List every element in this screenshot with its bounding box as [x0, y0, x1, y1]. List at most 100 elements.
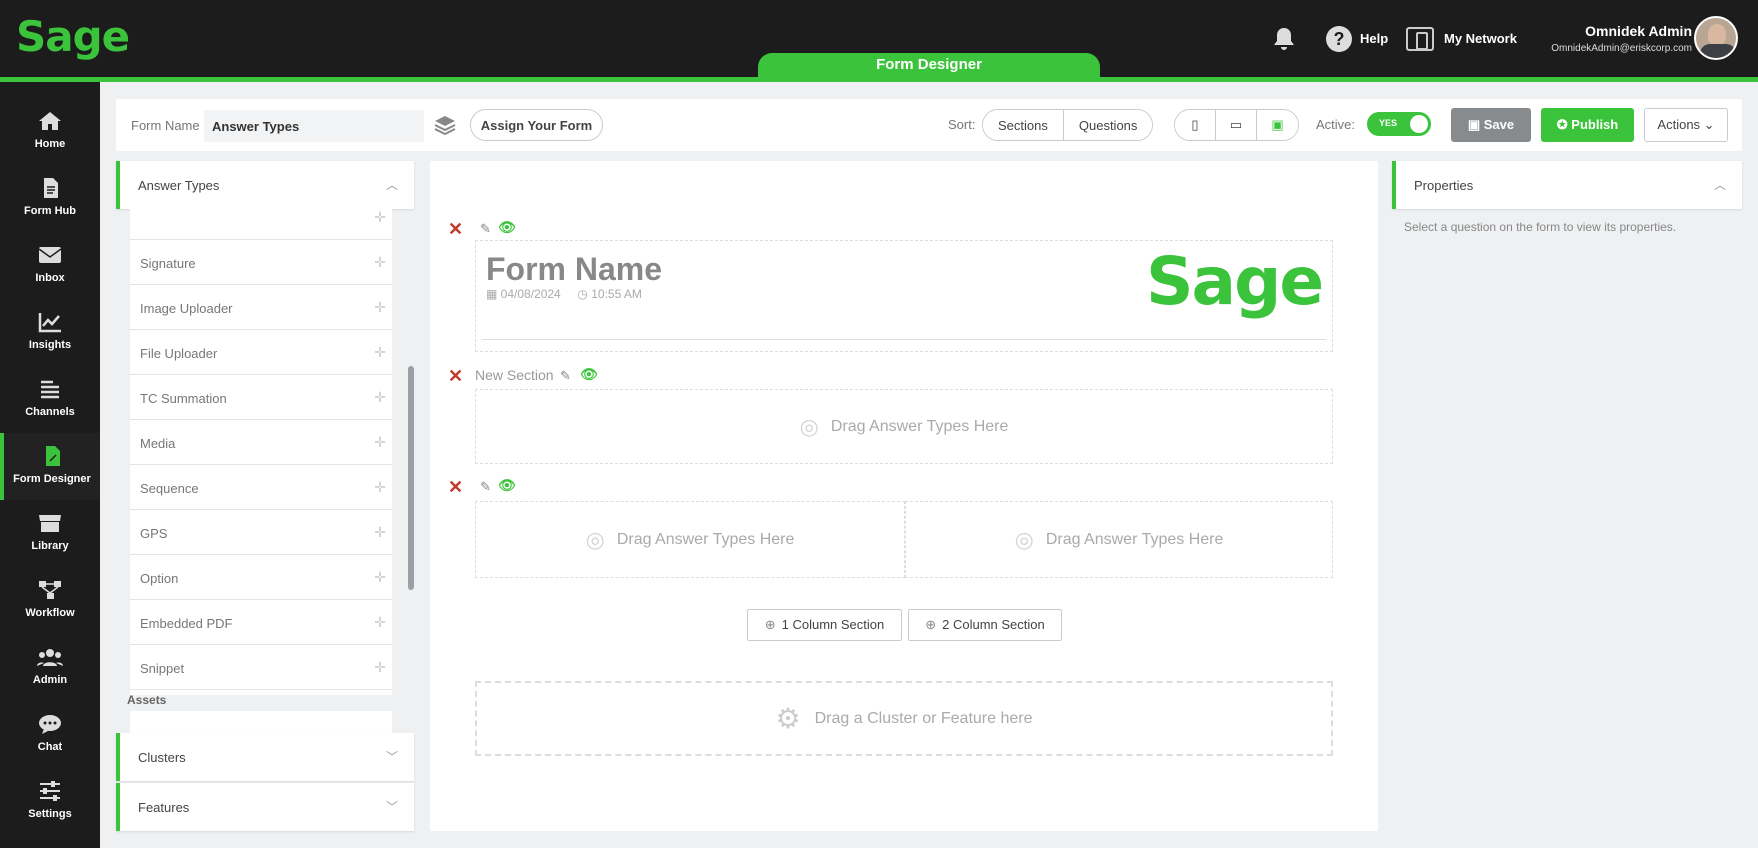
chevron-up-icon[interactable]: ︿: [1714, 176, 1726, 193]
sidebar-item-label: Form Designer: [13, 473, 91, 485]
drag-handle-icon[interactable]: ✛: [374, 254, 386, 271]
sidebar-item-workflow[interactable]: Workflow: [0, 567, 100, 634]
list-item[interactable]: Media ✛: [130, 420, 392, 465]
cluster-drop-zone[interactable]: ⚙ Drag a Cluster or Feature here: [475, 681, 1333, 756]
sidebar-item-home[interactable]: Home: [0, 98, 100, 165]
list-item[interactable]: Image Uploader ✛: [130, 285, 392, 330]
list-item[interactable]: Snippet ✛: [130, 645, 392, 690]
list-item[interactable]: File Uploader ✛: [130, 330, 392, 375]
list-item[interactable]: Embedded PDF ✛: [130, 600, 392, 645]
tablet-preview-icon[interactable]: ▭: [1216, 110, 1257, 140]
publish-button[interactable]: ✪ Publish: [1541, 108, 1634, 142]
active-toggle[interactable]: YES: [1367, 112, 1431, 136]
drag-handle-icon[interactable]: ✛: [374, 299, 386, 316]
chat-icon: [37, 713, 63, 735]
sidebar-item-form-hub[interactable]: Form Hub: [0, 165, 100, 232]
drag-handle-icon[interactable]: ✛: [374, 659, 386, 676]
sidebar-item-inbox[interactable]: Inbox: [0, 232, 100, 299]
header-accent-line: [0, 77, 1758, 82]
sidebar-item-label: Form Hub: [24, 205, 76, 217]
desktop-preview-icon[interactable]: ▣: [1257, 110, 1298, 140]
eye-icon[interactable]: 👁: [498, 219, 516, 236]
list-item-label: Image Uploader: [140, 301, 233, 316]
answer-drop-zone[interactable]: ◎ Drag Answer Types Here: [475, 389, 1333, 464]
save-button[interactable]: ▣ Save: [1451, 108, 1531, 142]
plus-circle-icon: ⊕: [925, 617, 937, 632]
publish-icon: ✪: [1556, 117, 1572, 132]
features-title: Features: [138, 800, 190, 815]
sidebar-item-insights[interactable]: Insights: [0, 299, 100, 366]
section-title[interactable]: New Section: [475, 367, 554, 383]
sidebar-item-admin[interactable]: Admin: [0, 634, 100, 701]
form-toolbar: Form Name Assign Your Form Sort: Section…: [116, 99, 1742, 151]
clusters-header[interactable]: Clusters ﹀: [116, 733, 414, 781]
form-canvas: ✕ ✎ 👁 Form Name ▦ 04/08/2024 ◷ 10:55 AM …: [430, 161, 1378, 831]
eye-icon[interactable]: 👁: [498, 477, 516, 494]
list-item[interactable]: GPS ✛: [130, 510, 392, 555]
drag-handle-icon[interactable]: ✛: [374, 434, 386, 451]
sidebar-item-settings[interactable]: Settings: [0, 768, 100, 835]
delete-icon[interactable]: ✕: [448, 477, 463, 498]
clusters-title: Clusters: [138, 750, 186, 765]
my-network-button[interactable]: My Network: [1406, 0, 1517, 77]
drag-handle-icon[interactable]: ✛: [374, 569, 386, 586]
drag-handle-icon[interactable]: ✛: [374, 389, 386, 406]
form-name-input[interactable]: [204, 110, 424, 142]
add-one-column-section-button[interactable]: ⊕ 1 Column Section: [747, 609, 902, 641]
pencil-icon[interactable]: ✎: [560, 368, 571, 384]
sidebar-item-channels[interactable]: Channels: [0, 366, 100, 433]
list-item[interactable]: ✛: [130, 209, 392, 240]
mobile-preview-icon[interactable]: ▯: [1175, 110, 1216, 140]
chevron-up-icon[interactable]: ︿: [386, 176, 398, 193]
drag-handle-icon[interactable]: ✛: [374, 344, 386, 361]
eye-icon[interactable]: 👁: [580, 366, 598, 383]
sage-logo[interactable]: Sage: [16, 12, 130, 61]
list-item[interactable]: Signature ✛: [130, 240, 392, 285]
calendar-icon: ▦: [486, 287, 501, 301]
layers-icon[interactable]: [434, 115, 456, 136]
pencil-icon[interactable]: ✎: [480, 479, 491, 495]
actions-dropdown[interactable]: Actions ⌄: [1644, 108, 1728, 142]
add-two-column-section-button[interactable]: ⊕ 2 Column Section: [908, 609, 1062, 641]
list-icon: [37, 378, 63, 400]
list-item[interactable]: Sequence ✛: [130, 465, 392, 510]
answer-types-header[interactable]: Answer Types ︿: [116, 161, 414, 209]
sidebar-item-chat[interactable]: Chat: [0, 701, 100, 768]
sidebar-item-form-designer[interactable]: Form Designer: [0, 433, 100, 500]
question-icon: ?: [1326, 25, 1352, 52]
pencil-icon[interactable]: ✎: [480, 221, 491, 237]
assign-form-button[interactable]: Assign Your Form: [470, 109, 603, 141]
delete-icon[interactable]: ✕: [448, 366, 463, 387]
drag-handle-icon[interactable]: ✛: [374, 479, 386, 496]
answer-drop-zone-left[interactable]: ◎ Drag Answer Types Here: [475, 501, 905, 578]
properties-header[interactable]: Properties ︿: [1392, 161, 1742, 209]
help-button[interactable]: ? Help: [1326, 0, 1388, 77]
form-title[interactable]: Form Name: [486, 251, 662, 288]
answer-drop-zone-right[interactable]: ◎ Drag Answer Types Here: [905, 501, 1333, 578]
features-header[interactable]: Features ﹀: [116, 783, 414, 831]
scrollbar[interactable]: [408, 366, 414, 590]
drag-handle-icon[interactable]: ✛: [374, 524, 386, 541]
list-item[interactable]: TC Summation ✛: [130, 375, 392, 420]
top-bar: Sage ? Help My Network Omnidek Admin Omn…: [0, 0, 1758, 82]
avatar[interactable]: [1694, 16, 1738, 60]
chevron-down-icon[interactable]: ﹀: [386, 798, 398, 815]
store-icon: [37, 512, 63, 534]
form-header-section[interactable]: Form Name ▦ 04/08/2024 ◷ 10:55 AM Sage: [475, 240, 1333, 352]
button-label: 1 Column Section: [781, 617, 885, 632]
chevron-down-icon[interactable]: ﹀: [386, 748, 398, 765]
delete-icon[interactable]: ✕: [448, 219, 463, 240]
sort-questions-button[interactable]: Questions: [1063, 110, 1153, 140]
drag-handle-icon[interactable]: ✛: [374, 614, 386, 631]
list-item[interactable]: Option ✛: [130, 555, 392, 600]
sidebar-item-library[interactable]: Library: [0, 500, 100, 567]
clock-icon: ◷: [577, 287, 592, 301]
assets-list: [130, 711, 392, 733]
sort-sections-button[interactable]: Sections: [983, 110, 1064, 140]
list-item-label: GPS: [140, 526, 168, 541]
bell-icon[interactable]: [1272, 0, 1296, 77]
form-meta: ▦ 04/08/2024 ◷ 10:55 AM: [486, 287, 642, 301]
list-item-label: Media: [140, 436, 176, 451]
user-info[interactable]: Omnidek Admin OmnidekAdmin@eriskcorp.com: [1551, 23, 1692, 54]
sidebar-item-label: Insights: [28, 339, 72, 351]
